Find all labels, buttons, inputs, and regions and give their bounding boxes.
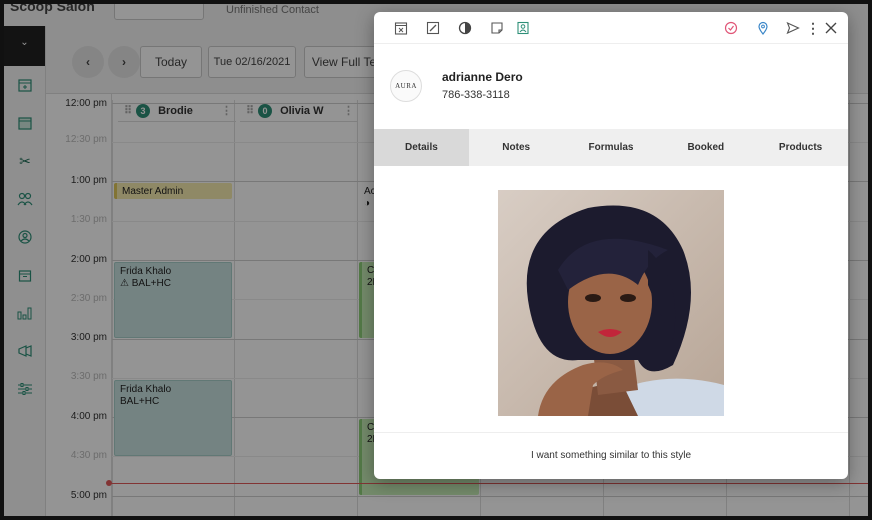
photo-icon[interactable] (514, 19, 532, 37)
location-pin-icon[interactable] (754, 19, 772, 37)
note-icon[interactable] (488, 19, 506, 37)
client-detail-modal: ⋮ AURA adrianne Dero 786-338-3118 Detail… (374, 12, 848, 479)
client-header: AURA adrianne Dero 786-338-3118 (374, 52, 848, 130)
client-avatar: AURA (390, 70, 422, 102)
tab-formulas[interactable]: Formulas (564, 129, 659, 166)
photo-caption: I want something similar to this style (530, 450, 692, 461)
check-circle-icon[interactable] (722, 19, 740, 37)
tab-products[interactable]: Products (753, 129, 848, 166)
client-phone[interactable]: 786-338-3118 (442, 89, 510, 101)
contrast-icon[interactable] (456, 19, 474, 37)
more-options-icon[interactable]: ⋮ (804, 19, 822, 37)
client-tabs: Details Notes Formulas Booked Products (374, 129, 848, 166)
edit-icon[interactable] (424, 19, 442, 37)
tab-details[interactable]: Details (374, 129, 469, 166)
client-name[interactable]: adrianne Dero (442, 70, 523, 84)
tab-booked[interactable]: Booked (658, 129, 753, 166)
divider (374, 432, 848, 433)
modal-toolbar: ⋮ (374, 12, 848, 44)
close-icon[interactable] (822, 19, 840, 37)
photo-illustration (498, 190, 724, 416)
app-window: Scoop Salon Unfinished Contact ⌄ ✂ ‹ › T… (0, 0, 872, 520)
tab-notes[interactable]: Notes (469, 129, 564, 166)
send-icon[interactable] (784, 19, 802, 37)
calendar-cancel-icon[interactable] (392, 19, 410, 37)
style-reference-photo[interactable] (498, 190, 724, 416)
